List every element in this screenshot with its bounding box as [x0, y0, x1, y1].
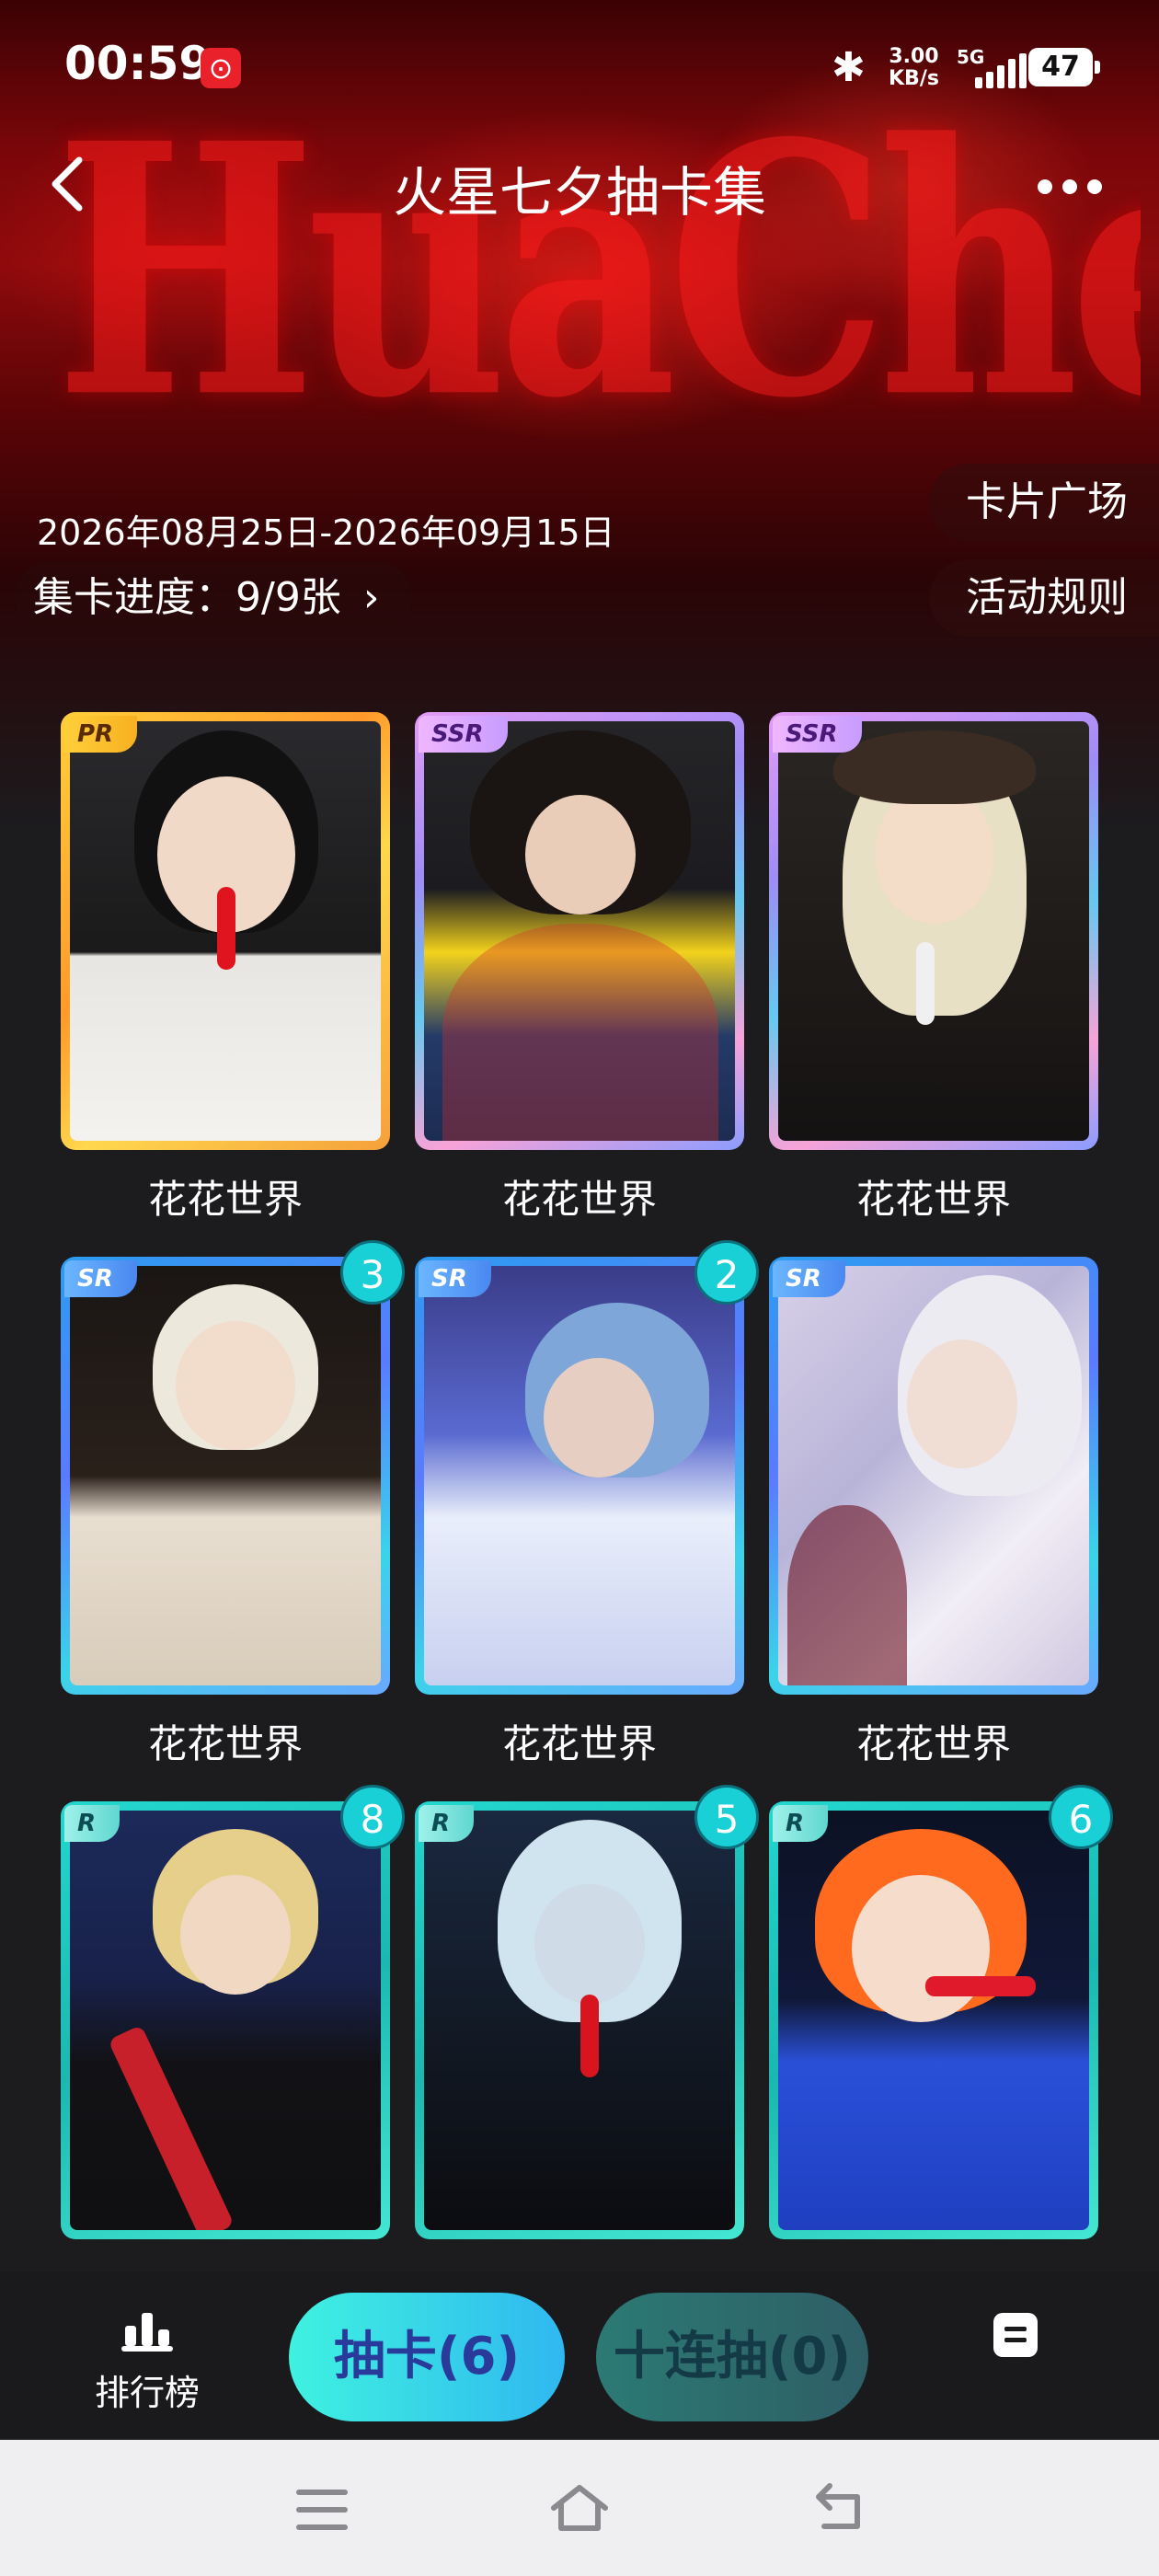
card-item[interactable]: SSR	[769, 712, 1098, 1150]
card-caption: 花花世界	[147, 1177, 303, 1222]
leaderboard-label: 排行榜	[94, 2373, 200, 2413]
card-photo	[778, 721, 1089, 1141]
document-icon[interactable]	[993, 2313, 1038, 2357]
more-dot-icon	[1087, 179, 1102, 194]
card-photo	[778, 1811, 1089, 2230]
draw-card-button[interactable]: 抽卡(6)	[289, 2293, 565, 2421]
collect-progress-text: 集卡进度：9/9张	[33, 574, 341, 621]
card-caption: 花花世界	[855, 1177, 1011, 1222]
network-speed-unit: KB/s	[889, 67, 939, 90]
status-bar: 00:59 ⊙ ✱ 3.00 KB/s 5G 47	[0, 0, 1159, 138]
more-options-button[interactable]	[1028, 164, 1111, 210]
card-count-badge: 6	[1049, 1785, 1113, 1849]
more-dot-icon	[1038, 179, 1052, 194]
rarity-badge: R	[64, 1805, 120, 1842]
battery-indicator: 47	[1028, 48, 1100, 86]
menu-icon[interactable]	[296, 2490, 348, 2530]
card-item[interactable]: R	[769, 1801, 1098, 2239]
netease-music-icon: ⊙	[201, 48, 241, 88]
rarity-badge: PR	[64, 716, 138, 753]
network-speed: 3.00 KB/s	[889, 46, 939, 90]
page-title: 火星七夕抽卡集	[392, 161, 766, 224]
card-photo	[70, 1811, 381, 2230]
card-count-badge: 2	[694, 1240, 759, 1305]
card-item[interactable]: R	[61, 1801, 390, 2239]
card-item[interactable]: PR	[61, 712, 390, 1150]
card-caption: 花花世界	[147, 1721, 303, 1766]
more-dot-icon	[1062, 179, 1077, 194]
status-time: 00:59	[64, 37, 212, 90]
rarity-badge: SSR	[419, 716, 508, 753]
leaderboard-button[interactable]: 排行榜	[74, 2309, 221, 2415]
card-photo	[70, 1266, 381, 1685]
chevron-right-icon: ›	[362, 574, 380, 621]
card-photo	[70, 721, 381, 1141]
card-photo	[424, 1811, 735, 2230]
card-item[interactable]: SSR	[415, 712, 744, 1150]
card-count-badge: 3	[340, 1240, 405, 1305]
card-count-badge: 8	[340, 1785, 405, 1849]
network-speed-value: 3.00	[889, 45, 939, 68]
leaderboard-icon	[121, 2313, 173, 2352]
rarity-badge: R	[419, 1805, 475, 1842]
event-date-range: 2026年08月25日-2026年09月15日	[37, 512, 615, 553]
card-caption: 花花世界	[501, 1721, 657, 1766]
card-caption: 花花世界	[501, 1177, 657, 1222]
hero-banner-text: HuaChenYu	[55, 81, 1141, 462]
signal-bars-icon	[975, 52, 1027, 88]
card-item[interactable]: SR	[61, 1257, 390, 1695]
card-caption: 花花世界	[855, 1721, 1011, 1766]
rarity-badge: SR	[419, 1260, 491, 1297]
home-icon[interactable]	[548, 2480, 611, 2536]
rarity-badge: R	[773, 1805, 829, 1842]
card-photo	[424, 1266, 735, 1685]
back-nav-icon[interactable]	[809, 2480, 868, 2536]
card-photo	[424, 721, 735, 1141]
rarity-badge: SR	[773, 1260, 845, 1297]
collect-progress-button[interactable]: 集卡进度：9/9张 ›	[15, 561, 413, 635]
activity-rules-button[interactable]: 活动规则	[929, 559, 1159, 637]
card-photo	[778, 1266, 1089, 1685]
card-item[interactable]: SR	[769, 1257, 1098, 1695]
card-plaza-button[interactable]: 卡片广场	[929, 464, 1159, 541]
ten-draw-button[interactable]: 十连抽(0)	[596, 2293, 868, 2421]
card-item[interactable]: R	[415, 1801, 744, 2239]
rarity-badge: SSR	[773, 716, 862, 753]
card-count-badge: 5	[694, 1785, 759, 1849]
bluetooth-icon: ✱	[832, 44, 866, 91]
rarity-badge: SR	[64, 1260, 137, 1297]
card-item[interactable]: SR	[415, 1257, 744, 1695]
